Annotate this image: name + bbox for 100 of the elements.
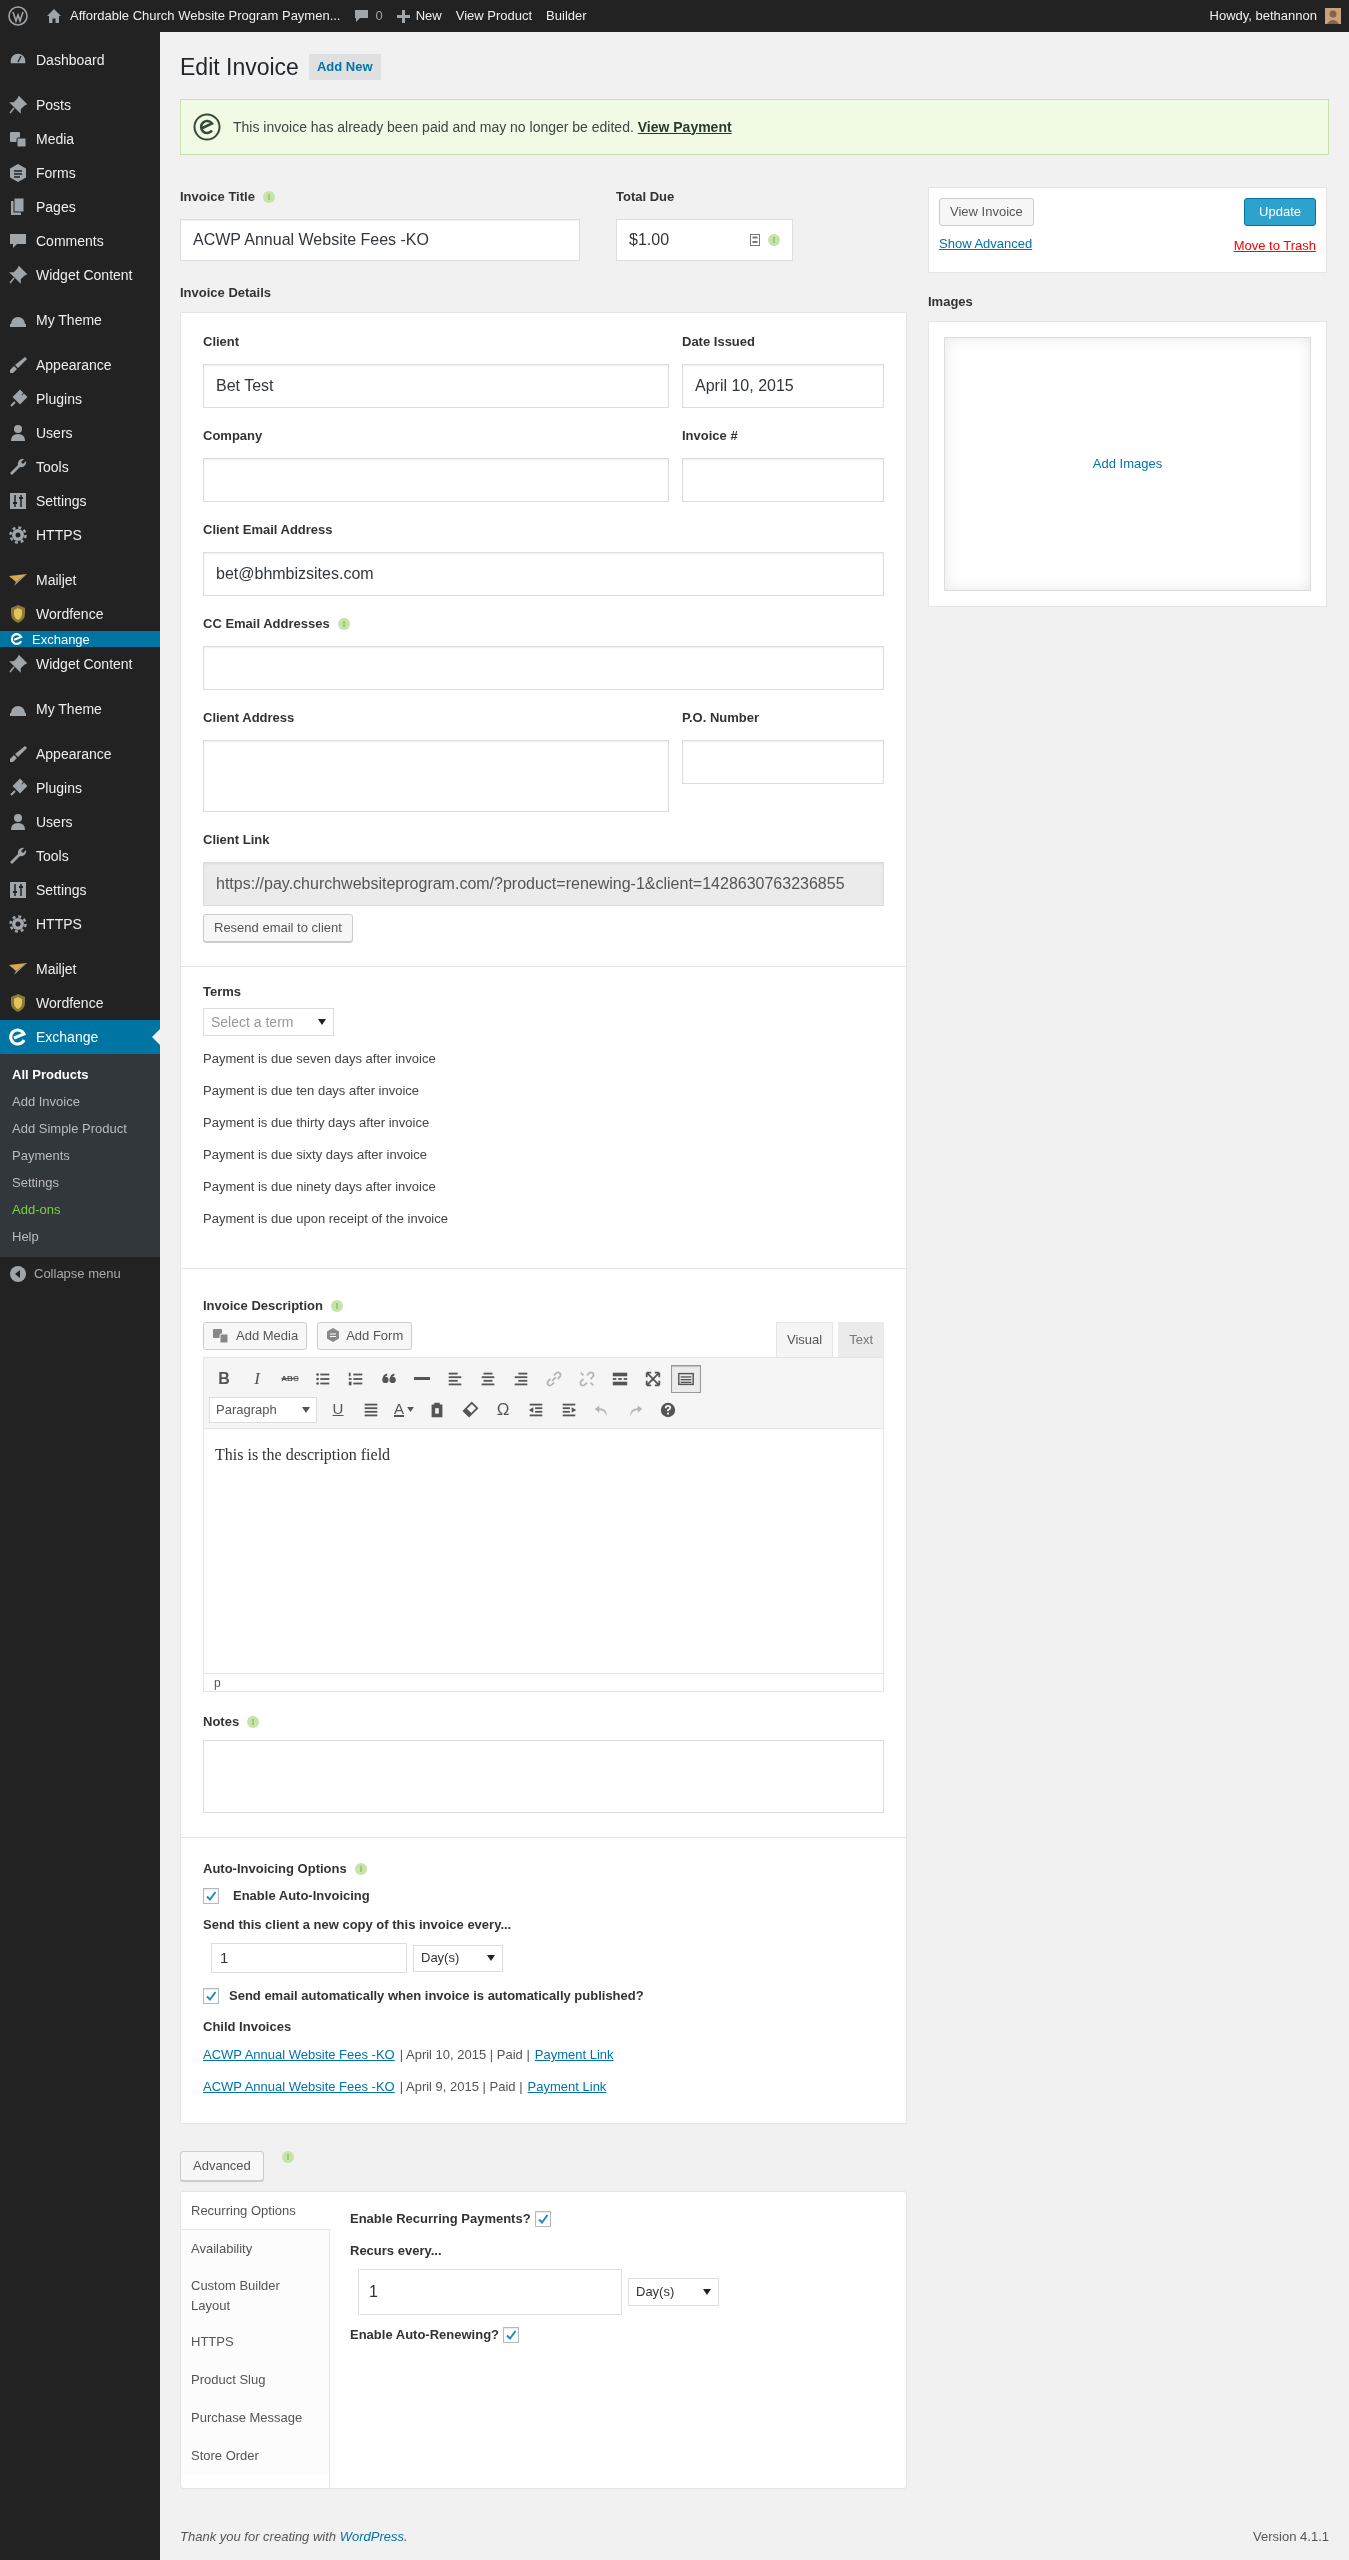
menu-item[interactable]: Dashboard	[0, 43, 160, 77]
site-name-link[interactable]: Affordable Church Website Program Paymen...	[70, 6, 341, 26]
editor-button[interactable]: Add Media	[203, 1322, 308, 1350]
text-field[interactable]: Bet Test	[203, 364, 669, 408]
recurs-unit-select[interactable]: Day(s)	[628, 2278, 719, 2306]
payment-link[interactable]: Payment Link	[527, 2077, 607, 2097]
menu-item[interactable]: Forms	[0, 156, 160, 190]
text-field[interactable]	[682, 740, 884, 784]
menu-item[interactable]: Comments	[0, 224, 160, 258]
show-advanced-link[interactable]: Show Advanced	[939, 234, 1033, 254]
invoice-title-field[interactable]: ACWP Annual Website Fees -KO	[180, 219, 580, 261]
text-field[interactable]: bet@bhmbizsites.com	[203, 552, 884, 596]
advanced-tab[interactable]: Recurring Options	[181, 2192, 330, 2230]
toolbar-button[interactable]: U	[323, 1395, 353, 1424]
submenu-link[interactable]: Settings	[12, 1172, 59, 1193]
text-field[interactable]: April 10, 2015	[682, 364, 884, 408]
toolbar-button[interactable]: B	[209, 1364, 239, 1393]
editor-tab[interactable]: Text	[838, 1322, 884, 1357]
greeting-link[interactable]: Howdy, bethannon	[1209, 6, 1317, 26]
checkbox[interactable]	[503, 2327, 520, 2343]
menu-item[interactable]: HTTPS	[0, 518, 160, 552]
form-icon	[326, 1328, 341, 1344]
menu-item[interactable]: Posts	[0, 88, 160, 122]
submenu-link[interactable]: Add Simple Product	[12, 1118, 127, 1139]
user-icon	[8, 812, 28, 832]
text-field[interactable]	[203, 646, 884, 690]
submenu-link[interactable]: All Products	[12, 1064, 89, 1085]
client-link-field[interactable]: https://pay.churchwebsiteprogram.com/?product=renewing-1&client=1428630763236855	[203, 862, 884, 906]
menu-item[interactable]: Settings	[0, 484, 160, 518]
collapse-menu-button[interactable]: Collapse menu	[0, 1257, 160, 1291]
version-text: Version 4.1.1	[1253, 2527, 1329, 2546]
submenu-link[interactable]: Help	[12, 1226, 39, 1247]
menu-item[interactable]: Mailjet	[0, 952, 160, 986]
menu-item[interactable]: Tools	[0, 839, 160, 873]
unit-select[interactable]: Day(s)	[413, 1944, 503, 1972]
menu-item[interactable]: My Theme	[0, 692, 160, 726]
child-invoice-link[interactable]: ACWP Annual Website Fees -KO	[203, 2077, 395, 2097]
image-drop-area[interactable]: Add Images	[944, 337, 1311, 591]
editor-content[interactable]: This is the description field	[203, 1429, 884, 1673]
add-images-link[interactable]: Add Images	[1092, 454, 1163, 474]
menu-item[interactable]: Users	[0, 416, 160, 450]
menu-item[interactable]: Mailjet	[0, 563, 160, 597]
menu-item[interactable]: HTTPS	[0, 907, 160, 941]
submenu-link[interactable]: Add Invoice	[12, 1091, 80, 1112]
submenu-link[interactable]: Add-ons	[12, 1199, 61, 1220]
menu-item[interactable]: Exchange	[0, 631, 160, 647]
admin-bar-link[interactable]: Builder	[546, 6, 587, 26]
total-due-field[interactable]: $1.00	[616, 219, 793, 261]
format-select[interactable]: Paragraph	[209, 1396, 317, 1423]
move-to-trash-link[interactable]: Move to Trash	[1233, 236, 1316, 256]
new-link[interactable]: New	[415, 6, 442, 26]
pin-icon	[8, 654, 28, 674]
menu-item[interactable]: Plugins	[0, 771, 160, 805]
comment-icon[interactable]	[354, 9, 370, 23]
view-payment-link[interactable]: View Payment	[637, 118, 732, 135]
checkbox[interactable]	[203, 1888, 219, 1904]
advanced-button[interactable]: Advanced	[180, 2151, 264, 2181]
menu-item[interactable]: Tools	[0, 450, 160, 484]
checkbox[interactable]	[534, 2211, 551, 2227]
toolbar-button[interactable]: I	[242, 1364, 272, 1393]
submenu-link[interactable]: Payments	[12, 1145, 70, 1166]
field-label: Client Email Address	[203, 521, 333, 540]
menu-item[interactable]: Pages	[0, 190, 160, 224]
view-invoice-button[interactable]: View Invoice	[939, 198, 1034, 226]
menu-item[interactable]: Widget Content	[0, 258, 160, 292]
toolbar-button[interactable]: ABC	[275, 1364, 305, 1393]
collapse-icon	[10, 1266, 26, 1282]
checkbox-label: Enable Auto-Renewing?	[350, 2326, 500, 2345]
menu-item[interactable]: Wordfence	[0, 597, 160, 631]
menu-item[interactable]: Appearance	[0, 348, 160, 382]
text-field[interactable]	[682, 458, 884, 502]
toolbar-button[interactable]	[671, 1364, 701, 1393]
menu-item[interactable]: Plugins	[0, 382, 160, 416]
admin-bar-link[interactable]: View Product	[455, 6, 533, 26]
toolbar-button[interactable]: Ω	[488, 1395, 518, 1424]
text-field[interactable]	[203, 458, 669, 502]
term-description: Payment is due upon receipt of the invoice	[203, 1210, 448, 1229]
editor-button[interactable]: Add Form	[317, 1322, 413, 1350]
menu-item[interactable]: Exchange	[0, 1020, 160, 1054]
wordpress-link[interactable]: WordPress	[339, 2528, 404, 2544]
menu-item[interactable]: My Theme	[0, 303, 160, 337]
toolbar-button[interactable]: A	[389, 1395, 419, 1424]
editor-tab[interactable]: Visual	[775, 1322, 834, 1357]
interval-field[interactable]: 1	[211, 1943, 407, 1973]
add-new-button[interactable]: Add New	[308, 54, 381, 80]
resend-email-button[interactable]: Resend email to client	[203, 914, 353, 942]
menu-item[interactable]: Settings	[0, 873, 160, 907]
menu-item[interactable]: Widget Content	[0, 647, 160, 681]
wordpress-logo-icon[interactable]	[8, 6, 28, 26]
menu-item[interactable]: Media	[0, 122, 160, 156]
menu-item[interactable]: Users	[0, 805, 160, 839]
child-invoice-link[interactable]: ACWP Annual Website Fees -KO	[203, 2045, 395, 2065]
field-label: Images	[928, 293, 973, 312]
checkbox[interactable]	[203, 1988, 219, 2004]
menu-item[interactable]: Wordfence	[0, 986, 160, 1020]
payment-link[interactable]: Payment Link	[534, 2045, 614, 2065]
recurs-field[interactable]: 1	[358, 2269, 622, 2315]
exchange-icon	[8, 1027, 28, 1047]
info-icon	[330, 1300, 343, 1312]
menu-item[interactable]: Appearance	[0, 737, 160, 771]
